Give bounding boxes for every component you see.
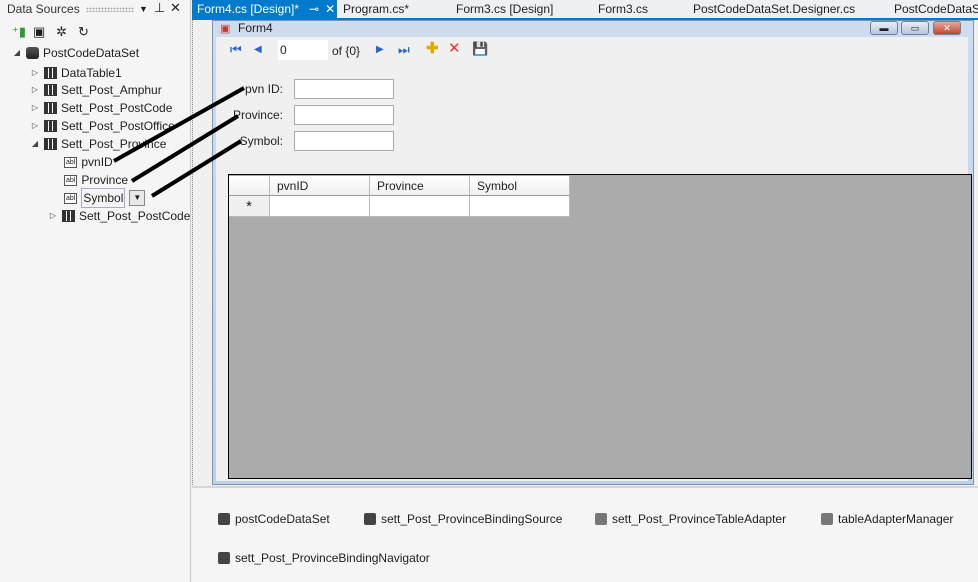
component-label: tableAdapterManager [838, 512, 954, 526]
tableadapter-icon [821, 513, 833, 525]
component-bindingnavigator[interactable]: sett_Post_ProvinceBindingNavigator [218, 551, 430, 565]
annotation-line [150, 139, 243, 198]
bindingnavigator-icon [218, 552, 230, 564]
component-tableadaptermanager[interactable]: tableAdapterManager [821, 512, 953, 526]
bindingsource-icon [364, 513, 376, 525]
component-label: sett_Post_ProvinceBindingNavigator [235, 551, 430, 565]
dataset-icon [218, 513, 230, 525]
component-tableadapter[interactable]: sett_Post_ProvinceTableAdapter [595, 512, 786, 526]
component-label: postCodeDataSet [235, 512, 330, 526]
component-dataset[interactable]: postCodeDataSet [218, 512, 330, 526]
annotation-line [130, 114, 240, 183]
component-label: sett_Post_ProvinceBindingSource [381, 512, 563, 526]
component-label: sett_Post_ProvinceTableAdapter [612, 512, 787, 526]
component-bindingsource[interactable]: sett_Post_ProvinceBindingSource [364, 512, 562, 526]
component-tray: postCodeDataSet sett_Post_ProvinceBindin… [192, 486, 978, 582]
tableadapter-icon [595, 513, 607, 525]
